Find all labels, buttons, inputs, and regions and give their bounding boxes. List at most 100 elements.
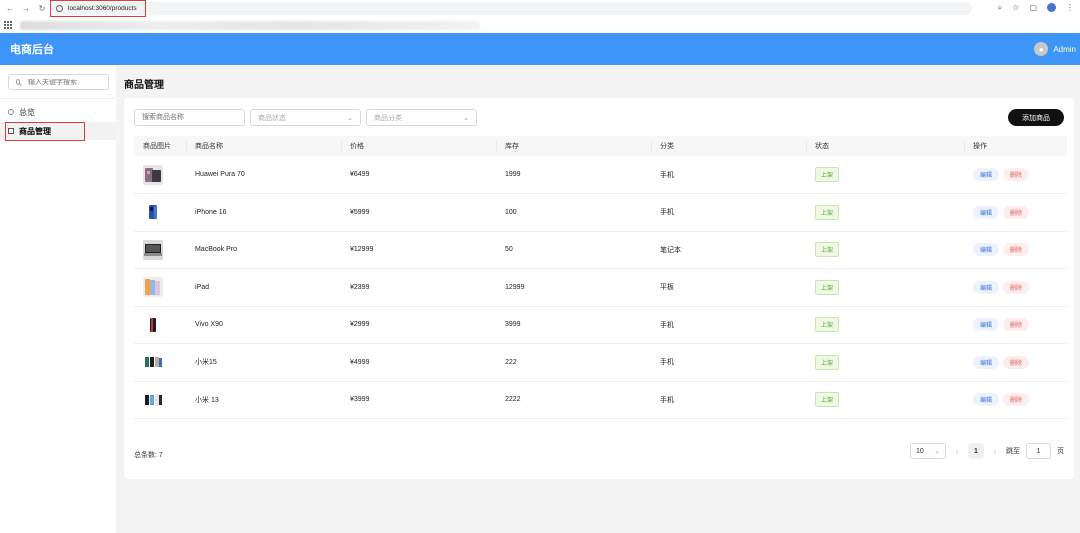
product-price: ¥3999 [350, 396, 370, 404]
delete-button[interactable]: 删除 [1003, 355, 1030, 369]
status-badge: 上架 [815, 279, 840, 295]
delete-button[interactable]: 删除 [1003, 168, 1030, 181]
product-category: 手机 [660, 209, 674, 217]
product-price: ¥6499 [350, 171, 370, 178]
delete-button[interactable]: 删除 [1003, 280, 1030, 294]
sidebar-search[interactable] [8, 74, 109, 90]
user-name[interactable]: Admin [1053, 45, 1076, 54]
sidebar-item-overview[interactable]: 总览 [0, 103, 116, 121]
product-stock: 50 [505, 246, 513, 254]
extensions-icon[interactable]: ▢ [1029, 3, 1037, 13]
browser-nav: ← → ↻ [4, 3, 48, 15]
edit-button[interactable]: 编辑 [973, 280, 1000, 294]
star-icon[interactable]: ☆ [1012, 3, 1019, 13]
edit-button[interactable]: 编辑 [973, 168, 1000, 181]
back-icon[interactable]: ← [4, 3, 16, 15]
column-header: 分类 [651, 136, 806, 156]
url-highlight-box [50, 0, 146, 17]
apps-icon[interactable] [4, 21, 12, 29]
status-badge: 上架 [815, 242, 840, 258]
table-row: Vivo X90 ¥2999 3999 手机 上架 编辑 删除 [134, 306, 1067, 344]
page-number[interactable]: 1 [968, 443, 984, 459]
table-row: iPad ¥2399 12999 平板 上架 编辑 删除 [134, 269, 1067, 306]
page-title: 商品管理 [124, 80, 164, 91]
status-badge: 上架 [815, 354, 840, 370]
product-category: 手机 [660, 171, 674, 179]
product-name: MacBook Pro [195, 246, 238, 254]
user-menu[interactable]: ● Admin [1034, 42, 1076, 56]
status-select[interactable]: 商品状态 ⌄ [250, 109, 361, 126]
table-header-row: 商品图片 商品名称 价格 库存 分类 状态 操作 [134, 136, 1067, 156]
status-select-placeholder: 商品状态 [258, 114, 286, 122]
delete-button[interactable]: 删除 [1003, 243, 1030, 257]
prev-page-icon[interactable]: ‹ [952, 447, 962, 456]
product-category: 平板 [660, 284, 674, 292]
product-name: Huawei Pura 70 [195, 171, 245, 178]
total-label: 总条数: [134, 452, 157, 459]
delete-button[interactable]: 删除 [1003, 393, 1030, 407]
edit-button[interactable]: 编辑 [973, 205, 1000, 219]
category-select[interactable]: 商品分类 ⌄ [366, 109, 477, 126]
table-row: iPhone 16 ¥5999 100 手机 上架 编辑 删除 [134, 194, 1067, 231]
divider [0, 98, 116, 99]
delete-button[interactable]: 删除 [1003, 205, 1030, 219]
product-category: 笔记本 [660, 246, 681, 254]
edit-button[interactable]: 编辑 [973, 243, 1000, 257]
avatar[interactable]: ● [1034, 42, 1049, 56]
delete-button[interactable]: 删除 [1003, 318, 1030, 332]
search-icon [16, 79, 20, 85]
sidebar: 总览 商品管理 [0, 65, 116, 533]
reload-icon[interactable]: ↻ [36, 3, 48, 15]
table-row: MacBook Pro ¥12999 50 笔记本 上架 编辑 删除 [134, 231, 1067, 269]
column-header: 操作 [964, 136, 1067, 156]
page-size-select[interactable]: 10 ⌄ [910, 443, 946, 459]
product-image [143, 314, 163, 335]
column-header: 库存 [496, 136, 651, 156]
table-row: Huawei Pura 70 ¥6499 1999 手机 上架 编辑 删除 [134, 156, 1067, 194]
product-price: ¥2999 [350, 321, 370, 329]
app-title: 电商后台 [10, 44, 54, 56]
edit-button[interactable]: 编辑 [973, 318, 1000, 332]
bookmarks-bar [0, 17, 1080, 33]
products-table: 商品图片 商品名称 价格 库存 分类 状态 操作 Huawei Pura 70 … [134, 136, 1067, 419]
page-size-value: 10 [916, 447, 924, 455]
edit-button[interactable]: 编辑 [973, 355, 1000, 369]
product-name: iPhone 16 [195, 208, 227, 216]
product-name-search-input[interactable] [134, 109, 245, 126]
product-price: ¥5999 [350, 208, 370, 216]
app-header: 电商后台 ● Admin [0, 33, 1080, 65]
browser-actions: ⌕ ☆ ▢ ⋮ [998, 3, 1074, 13]
edit-button[interactable]: 编辑 [973, 393, 1000, 407]
product-stock: 2222 [505, 396, 521, 404]
filter-bar: 商品状态 ⌄ 商品分类 ⌄ [134, 109, 477, 126]
product-name: iPad [195, 283, 210, 291]
status-badge: 上架 [815, 317, 840, 333]
column-header: 商品图片 [143, 143, 171, 150]
add-product-button[interactable]: 添加商品 [1008, 109, 1064, 126]
product-stock: 100 [505, 208, 517, 216]
sidebar-item-label: 总览 [19, 107, 35, 117]
product-image [143, 164, 163, 185]
pagination: 10 ⌄ ‹ 1 › 跳至 1 页 [910, 443, 1064, 459]
product-stock: 1999 [505, 171, 521, 178]
menu-highlight-box [5, 122, 85, 141]
more-icon[interactable]: ⋮ [1066, 3, 1074, 13]
product-name: Vivo X90 [195, 321, 223, 329]
status-badge: 上架 [815, 204, 840, 220]
jump-label: 跳至 [1006, 448, 1020, 455]
profile-icon[interactable] [1047, 3, 1056, 12]
next-page-icon[interactable]: › [990, 447, 1000, 456]
column-header: 商品名称 [186, 136, 341, 156]
forward-icon[interactable]: → [20, 3, 32, 15]
sidebar-search-input[interactable] [28, 78, 108, 86]
address-bar[interactable]: localhost:3060/products [50, 0, 972, 17]
zoom-icon[interactable]: ⌕ [998, 3, 1002, 13]
product-stock: 3999 [505, 321, 521, 329]
product-name: 小米15 [195, 359, 217, 367]
browser-toolbar: ← → ↻ localhost:3060/products ⌕ ☆ ▢ ⋮ [0, 0, 1080, 17]
jump-page-input[interactable]: 1 [1026, 443, 1051, 459]
product-image [143, 239, 163, 260]
chevron-down-icon: ⌄ [463, 114, 469, 122]
table-row: 小米 13 ¥3999 2222 手机 上架 编辑 删除 [134, 381, 1067, 419]
overview-icon [8, 109, 14, 115]
